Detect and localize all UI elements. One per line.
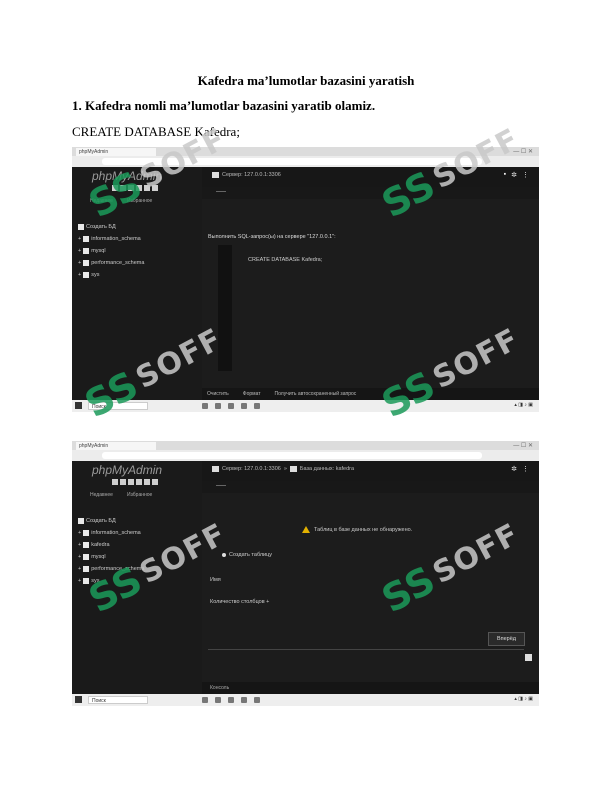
database-icon <box>83 530 90 536</box>
tree-item[interactable]: + information_schema <box>78 233 144 245</box>
more-icon[interactable]: ⋮ <box>522 465 529 473</box>
database-icon <box>83 248 90 254</box>
more-icon[interactable]: ⋮ <box>522 171 529 179</box>
sql-editor-text[interactable]: CREATE DATABASE Kafedra; <box>248 257 322 263</box>
document-title: Kafedra ma’lumotlar bazasini yaratish <box>197 73 415 88</box>
lock-icon[interactable]: ▪ <box>504 171 506 179</box>
exit-icon[interactable] <box>120 479 126 485</box>
start-icon[interactable] <box>75 402 82 409</box>
docs-icon[interactable] <box>136 479 142 485</box>
breadcrumb: Сервер: 127.0.0.1:3306 <box>212 172 281 178</box>
address-bar[interactable] <box>102 452 482 459</box>
gear-icon[interactable]: ✲ <box>511 171 517 179</box>
database-icon <box>83 272 90 278</box>
sub-menu <box>202 187 539 199</box>
console-bar[interactable]: Консоль <box>202 682 539 694</box>
app-icon[interactable] <box>254 697 260 703</box>
database-icon <box>83 260 90 266</box>
breadcrumb: Сервер: 127.0.0.1:3306» База данных: kafe… <box>212 466 354 472</box>
tab-favorites[interactable]: Избранное <box>127 492 152 498</box>
home-icon[interactable] <box>112 479 118 485</box>
console-toggle-icon[interactable] <box>525 654 532 661</box>
app-icon[interactable] <box>254 403 260 409</box>
help-icon[interactable] <box>128 479 134 485</box>
app-icon[interactable] <box>215 403 221 409</box>
database-icon <box>83 566 90 572</box>
pma-logo: phpMyAdmin <box>92 463 163 477</box>
window-controls[interactable]: — ☐ ✕ <box>513 442 533 449</box>
divider <box>208 649 524 650</box>
no-tables-warning: Таблиц в базе данных не обнаружено. <box>302 526 412 533</box>
reload-icon[interactable] <box>152 479 158 485</box>
database-tree: Создать БД + information_schema + mysql + p… <box>78 221 144 281</box>
go-button[interactable]: Вперёд <box>488 632 525 646</box>
sidebar-toolbar <box>112 479 158 485</box>
editor-buttons: Очистить Формат Получить автосохраненный… <box>202 388 539 400</box>
warning-icon <box>302 526 310 533</box>
database-icon <box>83 236 90 242</box>
tree-item[interactable]: + sys <box>78 269 144 281</box>
database-icon <box>78 224 84 230</box>
database-icon <box>78 518 84 524</box>
app-icon[interactable] <box>215 697 221 703</box>
server-icon <box>212 466 219 472</box>
table-name-label: Имя <box>210 577 221 583</box>
tree-item[interactable]: + information_schema <box>78 527 144 539</box>
app-icon[interactable] <box>241 697 247 703</box>
tree-item[interactable]: Создать БД <box>78 515 144 527</box>
tree-item[interactable]: + mysql <box>78 245 144 257</box>
tab-recent[interactable]: Недавнее <box>90 492 113 498</box>
tree-item[interactable]: + performance_schema <box>78 257 144 269</box>
system-tray: ▴ ◨ ♪ ▣ <box>514 402 533 408</box>
app-icon[interactable] <box>228 697 234 703</box>
database-icon <box>83 542 90 548</box>
stepper-icon[interactable]: + <box>266 599 269 605</box>
browser-tab[interactable]: phpMyAdmin <box>76 442 156 450</box>
sidebar-tabs: Недавнее Избранное <box>90 492 152 498</box>
clear-button[interactable]: Очистить <box>207 391 229 397</box>
app-icon[interactable] <box>228 403 234 409</box>
app-icon[interactable] <box>202 403 208 409</box>
server-icon <box>212 172 219 178</box>
app-icon[interactable] <box>202 697 208 703</box>
taskbar: Поиск ▴ ◨ ♪ ▣ <box>72 694 539 706</box>
format-button[interactable]: Формат <box>243 391 261 397</box>
tree-item[interactable]: Создать БД <box>78 221 144 233</box>
system-tray: ▴ ◨ ♪ ▣ <box>514 696 533 702</box>
top-icons: ▪ ✲ ⋮ <box>504 171 529 179</box>
browser-chrome: phpMyAdmin — ☐ ✕ <box>72 441 539 461</box>
database-icon <box>83 554 90 560</box>
settings-icon[interactable] <box>144 479 150 485</box>
section-heading: 1. Kafedra nomli ma’lumotlar bazasini ya… <box>72 98 376 113</box>
taskbar-apps <box>202 403 260 409</box>
sql-info-text: Выполнить SQL-запрос(ы) на сервере "127.… <box>208 234 336 240</box>
top-bar: Сервер: 127.0.0.1:3306» База данных: kafe… <box>202 461 539 481</box>
taskbar-search[interactable]: Поиск <box>88 696 148 704</box>
database-icon <box>289 466 297 472</box>
gear-icon[interactable]: ✲ <box>511 465 517 473</box>
top-icons: ✲ ⋮ <box>511 465 529 473</box>
taskbar-apps <box>202 697 260 703</box>
autosave-button[interactable]: Получить автосохраненный запрос <box>275 391 357 397</box>
sub-menu <box>202 481 539 493</box>
columns-count-label: Количество столбцов + <box>210 599 270 605</box>
start-icon[interactable] <box>75 696 82 703</box>
app-icon[interactable] <box>241 403 247 409</box>
tree-item[interactable]: + kafedra <box>78 539 144 551</box>
